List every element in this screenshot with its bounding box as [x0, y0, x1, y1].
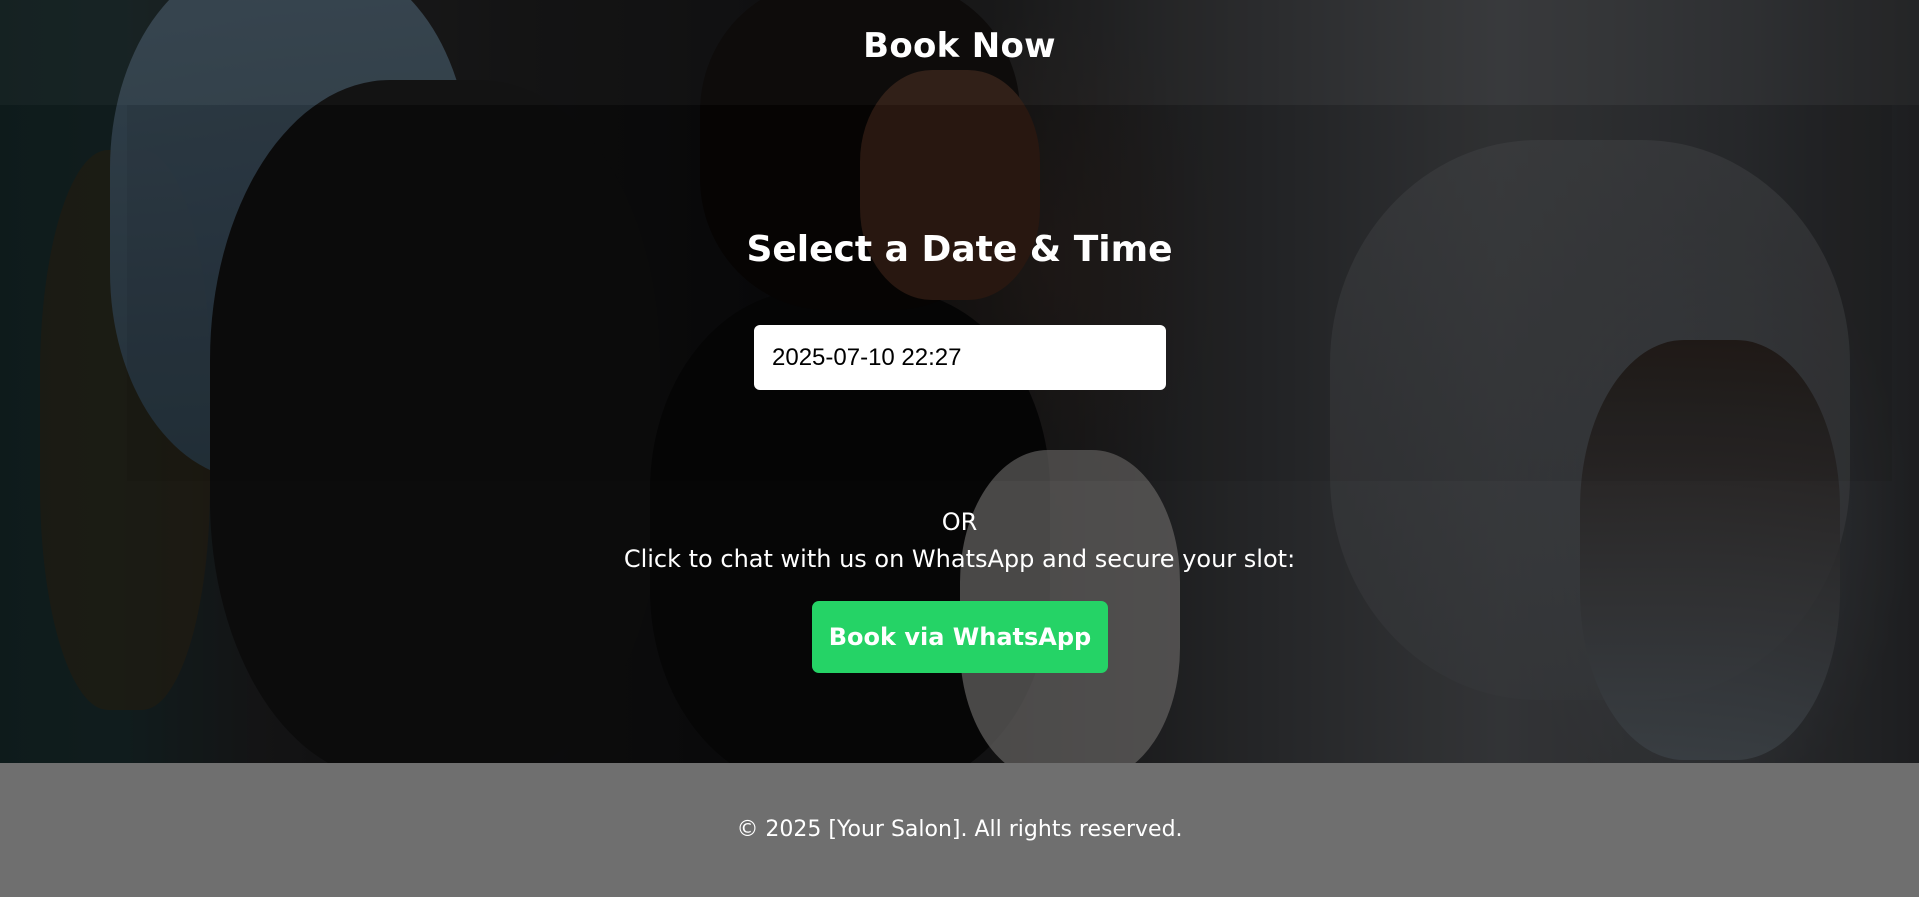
datetime-input[interactable]: [754, 325, 1166, 390]
footer: © 2025 [Your Salon]. All rights reserved…: [0, 763, 1919, 897]
whatsapp-prompt-text: Click to chat with us on WhatsApp and se…: [623, 545, 1296, 573]
page: Book Now Select a Date & Time OR Click t…: [0, 0, 1919, 897]
book-via-whatsapp-button[interactable]: Book via WhatsApp: [812, 601, 1108, 673]
copyright-text: © 2025 [Your Salon]. All rights reserved…: [736, 817, 1183, 842]
date-time-heading: Select a Date & Time: [746, 229, 1173, 270]
booking-content: Book Now Select a Date & Time OR Click t…: [0, 0, 1919, 763]
page-title: Book Now: [863, 26, 1056, 66]
or-divider-text: OR: [941, 508, 978, 536]
